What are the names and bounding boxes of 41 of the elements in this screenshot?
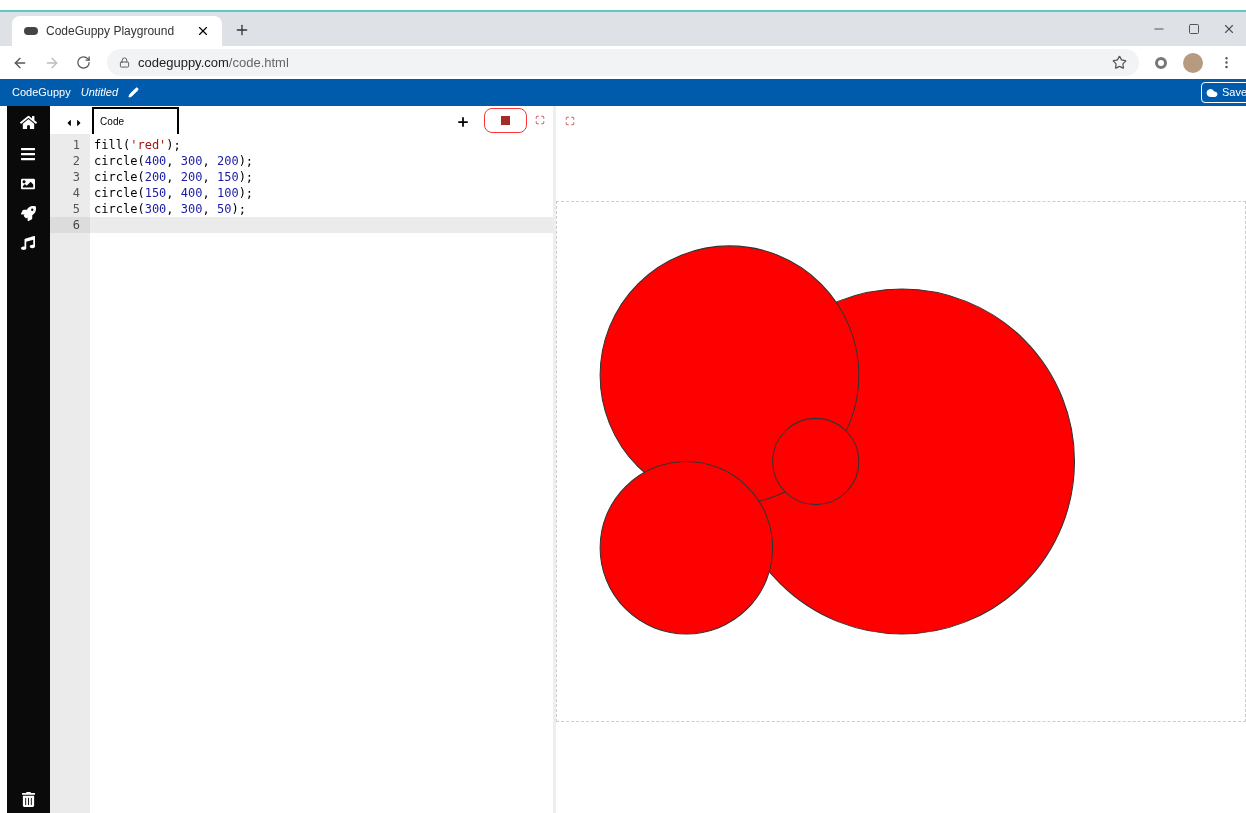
code-line: circle(150, 400, 100);	[93, 185, 255, 201]
close-icon[interactable]	[196, 24, 210, 38]
home-icon[interactable]	[20, 114, 37, 131]
stop-button[interactable]	[484, 108, 527, 133]
stop-icon	[501, 116, 510, 125]
new-tab-icon[interactable]	[234, 22, 250, 38]
fullscreen-icon[interactable]	[565, 116, 575, 126]
code-line: circle(200, 200, 150);	[93, 169, 255, 185]
trash-icon[interactable]	[21, 792, 36, 807]
line-number: 2	[71, 153, 82, 169]
line-number: 5	[71, 201, 82, 217]
code-line: circle(400, 300, 200);	[93, 153, 255, 169]
line-number: 1	[71, 137, 82, 153]
extension-icon[interactable]	[1155, 56, 1167, 69]
address-bar[interactable]: codeguppy.com/code.html	[107, 49, 1139, 76]
menu-icon[interactable]	[20, 146, 37, 162]
code-line: circle(300, 300, 50);	[93, 201, 247, 217]
reload-icon[interactable]	[76, 55, 91, 70]
pencil-icon[interactable]	[128, 87, 139, 98]
fullscreen-icon[interactable]	[535, 115, 545, 125]
lock-icon	[119, 57, 130, 68]
save-button[interactable]: Save	[1200, 82, 1246, 103]
avatar-icon[interactable]	[1183, 52, 1203, 73]
maximize-icon[interactable]	[1188, 23, 1200, 35]
music-icon[interactable]	[21, 236, 36, 250]
line-number: 3	[71, 169, 82, 185]
star-icon[interactable]	[1112, 55, 1127, 70]
favicon-icon	[24, 27, 38, 35]
code-line: fill('red');	[93, 137, 182, 153]
editor-tab[interactable]: Code	[92, 107, 180, 134]
add-icon[interactable]	[456, 115, 470, 129]
browser-tab[interactable]: CodeGuppy Playground	[12, 16, 222, 46]
line-number: 4	[71, 185, 82, 201]
rocket-icon[interactable]	[21, 206, 36, 221]
image-icon[interactable]	[21, 177, 36, 191]
url-text: codeguppy.com/code.html	[138, 53, 290, 72]
tab-title: CodeGuppy Playground	[46, 23, 176, 40]
project-name: Untitled	[80, 85, 118, 101]
line-number: 6	[50, 217, 91, 233]
brand-name: CodeGuppy	[12, 85, 71, 101]
cloud-icon	[1205, 86, 1218, 99]
